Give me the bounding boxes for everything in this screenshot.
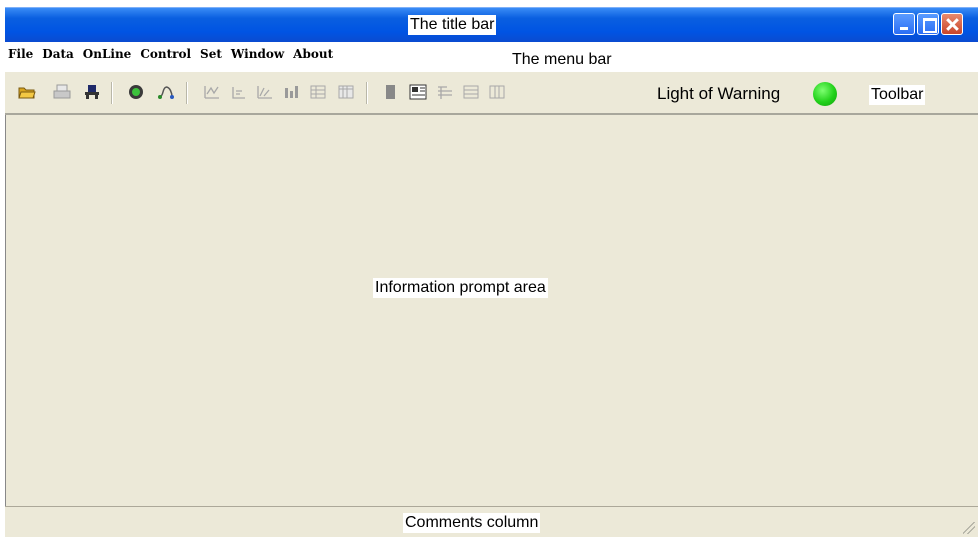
application-window: The title bar File Data OnLine Control S… xyxy=(5,7,978,537)
information-area-annotation: Information prompt area xyxy=(373,278,548,298)
menu-online[interactable]: OnLine xyxy=(83,47,132,61)
menu-items: File Data OnLine Control Set Window Abou… xyxy=(8,47,333,61)
toolbar-separator xyxy=(186,82,188,104)
menu-set[interactable]: Set xyxy=(200,47,222,61)
information-prompt-area: Information prompt area xyxy=(5,115,978,506)
title-bar-annotation: The title bar xyxy=(408,15,497,35)
status-bar: Comments column xyxy=(5,506,978,537)
title-bar[interactable]: The title bar xyxy=(5,7,978,42)
warning-light-label: Light of Warning xyxy=(657,84,781,103)
panel-icon[interactable] xyxy=(409,84,427,100)
grid-icon[interactable] xyxy=(309,84,327,100)
chart-icon-3[interactable] xyxy=(256,84,274,100)
connect-icon[interactable] xyxy=(83,84,101,100)
menu-about[interactable]: About xyxy=(293,47,333,61)
menu-bar-annotation: The menu bar xyxy=(510,50,614,70)
toolbar-annotation: Toolbar xyxy=(869,85,926,105)
warning-light-indicator xyxy=(813,82,837,106)
menu-data[interactable]: Data xyxy=(42,47,74,61)
record-icon[interactable] xyxy=(127,84,145,100)
chart-icon-2[interactable] xyxy=(230,84,248,100)
chart-icon-4[interactable] xyxy=(283,84,301,100)
maximize-button[interactable] xyxy=(917,13,939,35)
menu-bar: File Data OnLine Control Set Window Abou… xyxy=(5,42,978,72)
toolbar: Light of Warning Toolbar xyxy=(5,72,978,115)
menu-file[interactable]: File xyxy=(8,47,33,61)
toolbar-separator xyxy=(366,82,368,104)
minimize-button[interactable] xyxy=(893,13,915,35)
chart-icon-1[interactable] xyxy=(203,84,221,100)
resize-grip[interactable] xyxy=(963,522,975,534)
table-icon[interactable] xyxy=(337,84,355,100)
print-icon[interactable] xyxy=(53,84,71,100)
comments-column-annotation: Comments column xyxy=(403,513,541,533)
bar-icon[interactable] xyxy=(382,84,400,100)
columns-icon[interactable] xyxy=(488,84,506,100)
open-folder-icon[interactable] xyxy=(18,84,36,100)
window-icon[interactable] xyxy=(462,84,480,100)
toolbar-separator xyxy=(111,82,113,104)
link-icon[interactable] xyxy=(157,84,175,100)
menu-window[interactable]: Window xyxy=(231,47,284,61)
menu-control[interactable]: Control xyxy=(140,47,191,61)
list-icon[interactable] xyxy=(436,84,454,100)
close-button[interactable] xyxy=(941,13,963,35)
